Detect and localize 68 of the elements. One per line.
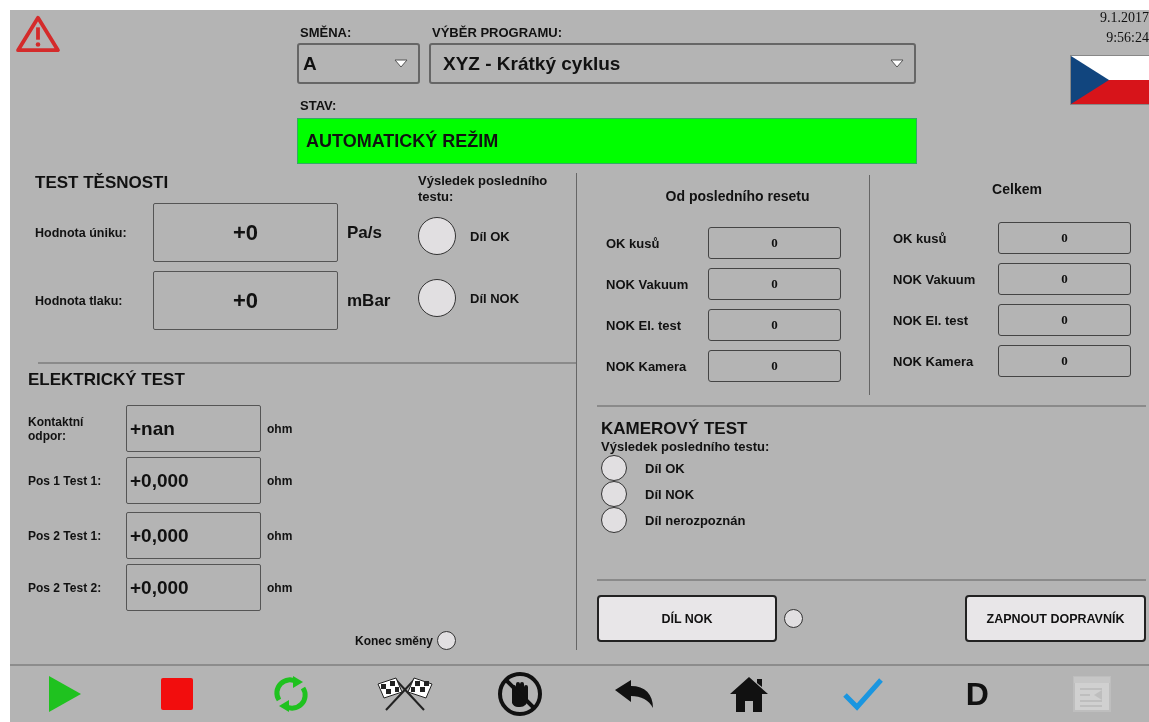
counter-display: 0	[998, 345, 1131, 377]
part-nok-button[interactable]: DÍL NOK	[597, 595, 777, 642]
warning-icon[interactable]	[15, 15, 61, 53]
counter-display: 0	[708, 227, 841, 259]
result-text: Díl NOK	[470, 290, 520, 306]
measurement-label: Hodnota tlaku:	[35, 293, 124, 308]
field-label: VÝBĚR PROGRAMU:	[431, 25, 563, 40]
result-text: Díl NOK	[645, 486, 695, 502]
result-text: Díl OK	[645, 460, 685, 476]
home-icon[interactable]	[728, 675, 769, 713]
shift-dropdown[interactable]: A	[297, 43, 420, 84]
check-icon[interactable]	[842, 677, 883, 711]
flag-icon[interactable]	[1070, 55, 1149, 105]
counter-display: 0	[708, 350, 841, 382]
value-display: +0,000	[126, 564, 261, 611]
measurement-label: Hodnota úniku:	[35, 225, 128, 240]
result-text: Díl OK	[470, 228, 510, 244]
shift-end-label: Konec směny	[355, 633, 434, 648]
stop-icon[interactable]	[160, 678, 193, 710]
field-label: SMĚNA:	[299, 25, 353, 40]
value-display: +0	[153, 271, 338, 330]
counter-title: Od posledního resetu	[664, 187, 811, 206]
conveyor-button[interactable]: ZAPNOUT DOPRAVNÍK	[965, 595, 1146, 642]
result-label: Výsledek posledního testu:	[418, 173, 549, 205]
value-display: +0	[153, 203, 338, 262]
value-display: +0,000	[126, 512, 261, 559]
no-hand-icon[interactable]	[496, 671, 543, 717]
unit-label: Pa/s	[347, 222, 382, 243]
counter-title: Celkem	[991, 180, 1043, 199]
counter-label: OK kusů	[893, 230, 948, 246]
measurement-label: Pos 1 Test 1:	[28, 473, 103, 488]
checkered-flags-icon[interactable]	[376, 676, 435, 712]
result-text: Díl nerozpoznán	[645, 512, 746, 528]
counter-label: NOK Kamera	[893, 353, 975, 369]
counter-label: NOK Kamera	[606, 358, 688, 374]
section-title: TEST TĚSNOSTI	[35, 173, 170, 193]
section-title: ELEKTRICKÝ TEST	[28, 370, 186, 390]
value-display: +0,000	[126, 457, 261, 504]
counter-display: 0	[998, 263, 1131, 295]
caret-icon	[890, 59, 904, 68]
counter-display: 0	[998, 222, 1131, 254]
counter-label: OK kusů	[606, 235, 661, 251]
counter-label: NOK El. test	[893, 312, 970, 328]
measurement-label: Pos 2 Test 2:	[28, 580, 103, 595]
field-label: STAV:	[299, 98, 338, 113]
date-text: 9.1.2017	[1100, 9, 1149, 27]
caret-icon	[394, 59, 408, 68]
status-bar: AUTOMATICKÝ REŽIM	[297, 118, 917, 164]
measurement-label: Pos 2 Test 1:	[28, 528, 103, 543]
measurement-label: Kontaktní odpor:	[28, 414, 85, 443]
counter-label: NOK El. test	[606, 317, 683, 333]
section-title: KAMEROVÝ TEST	[601, 419, 749, 439]
program-dropdown[interactable]: XYZ - Krátký cyklus	[429, 43, 916, 84]
time-text: 9:56:24	[1106, 29, 1149, 47]
back-arrow-icon[interactable]	[613, 678, 656, 710]
unit-label: ohm	[267, 421, 293, 436]
unit-label: mBar	[347, 290, 391, 311]
counter-display: 0	[708, 309, 841, 341]
value-display: +nan	[126, 405, 261, 452]
counter-label: NOK Vakuum	[893, 271, 977, 287]
unit-label: ohm	[267, 528, 293, 543]
unit-label: ohm	[267, 580, 293, 595]
result-label: Výsledek posledního testu:	[601, 439, 771, 455]
toolbar-letter-button[interactable]: D	[965, 675, 989, 713]
counter-label: NOK Vakuum	[606, 276, 690, 292]
counter-display: 0	[708, 268, 841, 300]
counter-display: 0	[998, 304, 1131, 336]
unit-label: ohm	[267, 473, 293, 488]
